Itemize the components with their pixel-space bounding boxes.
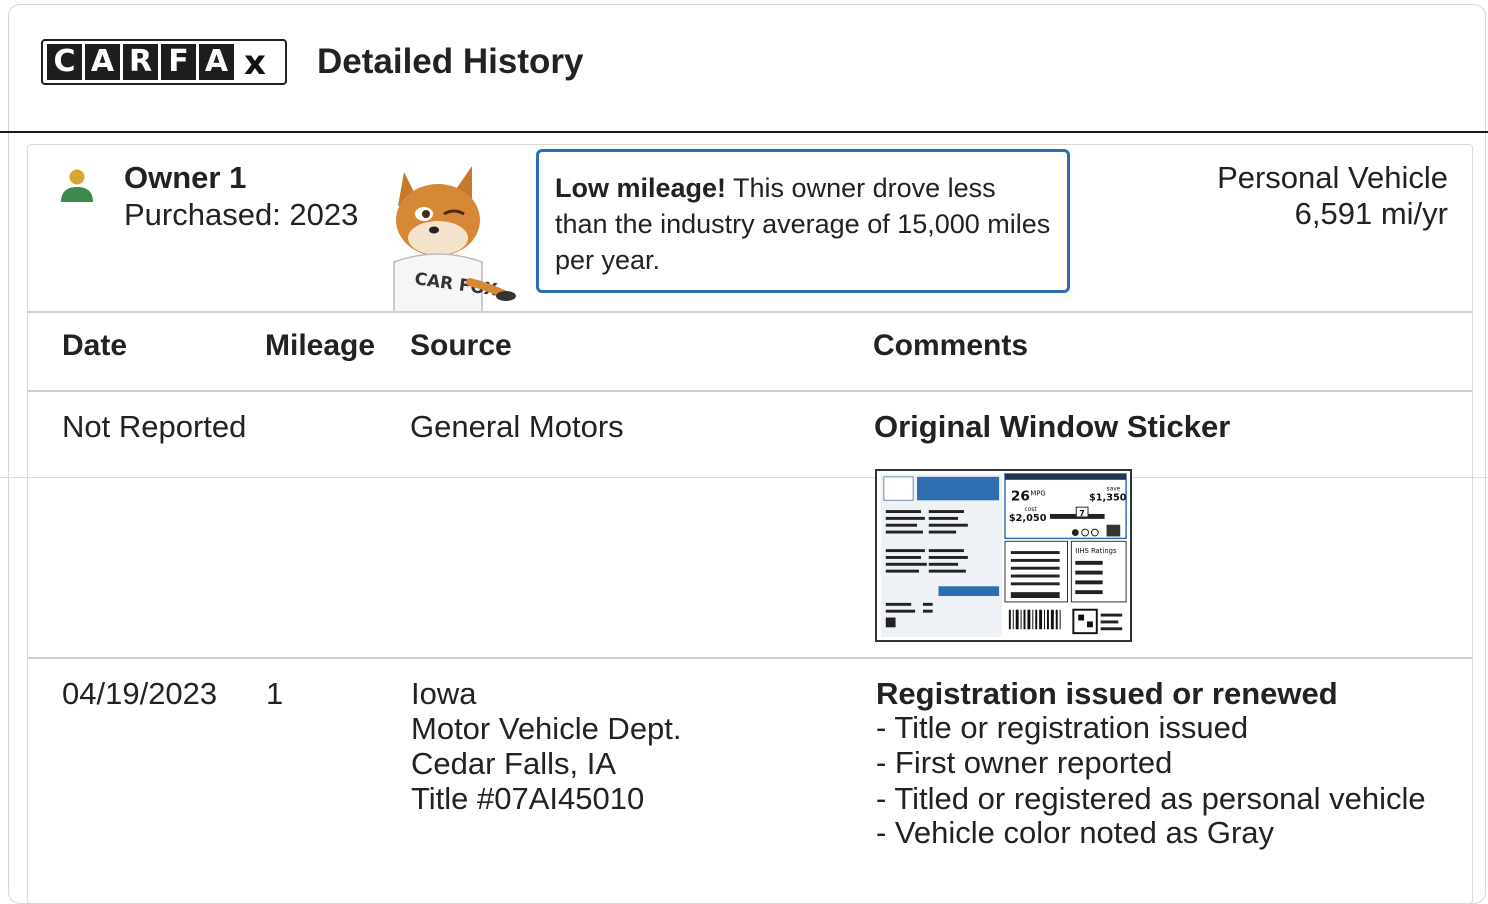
low-mileage-label: Low mileage!	[555, 173, 727, 203]
row-source-line: Cedar Falls, IA	[411, 746, 617, 781]
sticker-mpg: 26	[1011, 488, 1030, 504]
logo-letter: x	[244, 43, 266, 83]
row-date: 04/19/2023	[62, 676, 218, 711]
vehicle-use-type: Personal Vehicle	[1217, 160, 1448, 195]
carfax-logo: C A R F A x	[41, 39, 287, 85]
sticker-rating: 7	[1079, 509, 1084, 518]
column-header-source: Source	[410, 329, 512, 362]
page-title: Detailed History	[317, 42, 584, 81]
low-mileage-callout: Low mileage! This owner drove less than …	[536, 149, 1070, 293]
row-divider	[28, 657, 1472, 659]
row-source-line: Iowa	[411, 676, 477, 711]
column-header-comments: Comments	[873, 329, 1029, 362]
sticker-mpg-unit: MPG	[1030, 489, 1045, 497]
person-icon	[61, 169, 93, 202]
section-divider	[28, 311, 1472, 313]
logo-letter: R	[123, 44, 158, 80]
header-divider	[0, 131, 1488, 133]
column-header-date: Date	[62, 329, 128, 362]
comment-item: - Title or registration issued	[876, 710, 1249, 745]
sticker-ihs-label: IIHS Ratings	[1075, 547, 1117, 555]
carfox-mascot-image: CAR FOX	[393, 166, 516, 312]
comment-item: - Titled or registered as personal vehic…	[876, 781, 1426, 816]
row-source-line: General Motors	[410, 409, 624, 444]
logo-letter: C	[47, 44, 82, 80]
owner-purchased-year: Purchased: 2023	[124, 197, 359, 232]
annual-mileage: 6,591 mi/yr	[1294, 196, 1448, 231]
sticker-cost-amount: $2,050	[1009, 513, 1047, 524]
comment-title: Registration issued or renewed	[876, 676, 1338, 711]
scan-line	[0, 477, 1488, 478]
column-header-mileage: Mileage	[265, 329, 376, 362]
logo-letter: A	[199, 44, 234, 80]
row-mileage: 1	[266, 676, 284, 711]
logo-letter: A	[85, 44, 120, 80]
comment-item: - Vehicle color noted as Gray	[876, 815, 1275, 850]
row-source-line: Title #07AI45010	[411, 781, 645, 816]
table-header-divider	[28, 390, 1472, 392]
row-source-line: Motor Vehicle Dept.	[411, 711, 682, 746]
row-date: Not Reported	[62, 409, 247, 444]
window-sticker-title: Original Window Sticker	[874, 409, 1231, 444]
comment-item: - First owner reported	[876, 745, 1173, 780]
window-sticker-thumbnail[interactable]: 26 MPG save $1,350 cost $2,050 7 IIHS Ra…	[875, 469, 1132, 642]
sticker-save-amount: $1,350	[1089, 492, 1127, 503]
owner-name: Owner 1	[124, 160, 247, 195]
logo-letter: F	[161, 44, 196, 80]
report-header: C A R F A x Detailed History	[0, 0, 1488, 133]
